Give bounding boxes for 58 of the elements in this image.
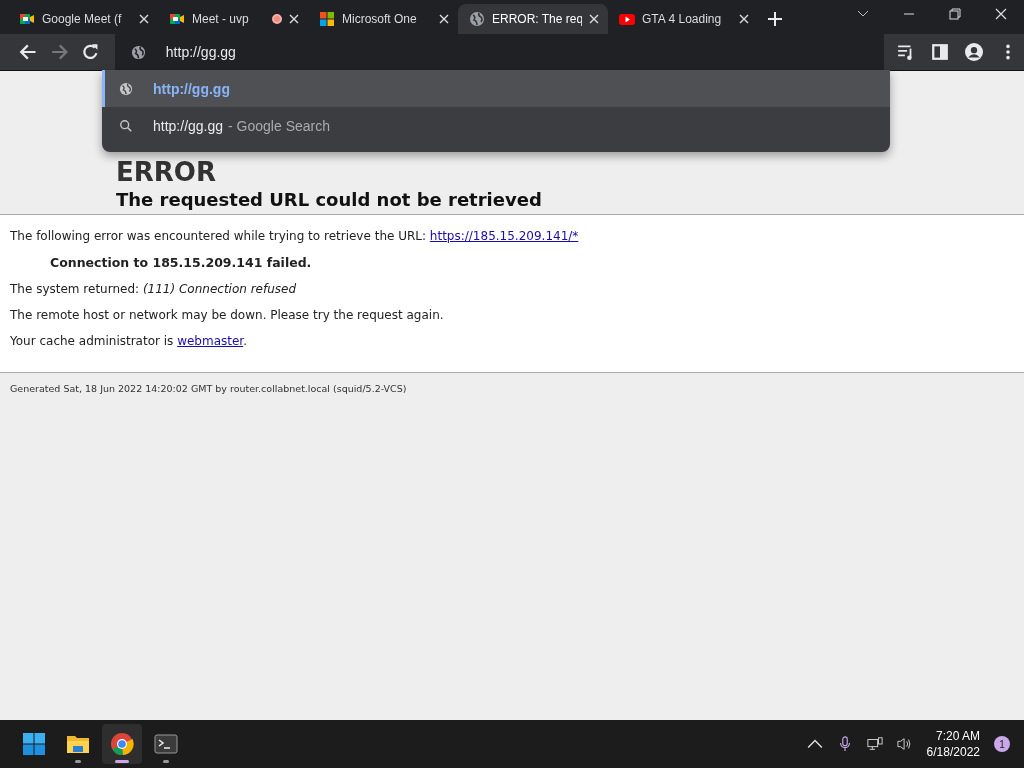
play-icon <box>619 11 635 27</box>
globe-icon <box>469 11 485 27</box>
system-message: The system returned: (111) Connection refused <box>10 282 298 296</box>
url-link[interactable]: https://185.15.209.141/* <box>429 229 579 243</box>
admin-text: Your cache administrator is webmaster. <box>10 334 248 348</box>
browser-tab[interactable]: Meet - uvp <box>158 4 308 34</box>
clock-time[interactable]: 7:20 AM <box>935 729 980 743</box>
video-camera-icon <box>19 11 35 27</box>
windows-start-icon <box>22 732 46 756</box>
new-tab-icon[interactable] <box>768 12 782 26</box>
address-bar[interactable]: http://gg.gg <box>114 34 884 70</box>
tab-title: Microsoft One <box>342 12 418 26</box>
tab-title: ERROR: The req <box>492 12 582 26</box>
taskbar-app[interactable] <box>102 724 142 764</box>
reload-icon[interactable] <box>82 43 100 61</box>
close-tab-icon[interactable] <box>439 14 449 24</box>
browser-tab[interactable]: Google Meet (f <box>8 4 158 34</box>
tab-title: Google Meet (f <box>42 12 123 26</box>
video-camera-icon <box>169 11 185 27</box>
side-panel-icon[interactable] <box>931 43 949 61</box>
suggestion-item[interactable]: http://gg.gg <box>102 70 890 107</box>
globe-icon <box>119 81 133 96</box>
browser-tab[interactable]: ERROR: The req <box>458 4 608 34</box>
forward-icon[interactable] <box>50 43 69 61</box>
search-icon <box>119 118 133 133</box>
url-text: http://gg.gg <box>165 44 236 60</box>
failure-message: Connection to 185.15.209.141 failed. <box>49 255 313 270</box>
browser-tab[interactable]: Microsoft One <box>308 4 458 34</box>
close-tab-icon[interactable] <box>139 14 149 24</box>
close-tab-icon[interactable] <box>289 14 299 24</box>
close-tab-icon[interactable] <box>589 14 599 24</box>
suggestion-item[interactable]: http://gg.gg - Google Search <box>102 107 890 144</box>
profile-icon[interactable] <box>965 43 983 61</box>
suggestion-hint: - Google Search <box>228 117 330 134</box>
suggestion-text: http://gg.gg <box>153 117 224 134</box>
error-title: ERROR <box>116 157 216 187</box>
error-heading: The requested URL could not be retrieved <box>116 189 542 210</box>
clock-date[interactable]: 6/18/2022 <box>926 745 980 759</box>
globe-icon <box>130 44 146 60</box>
notification-badge[interactable]: 1 <box>994 736 1010 752</box>
network-icon[interactable] <box>866 736 883 752</box>
browser-tab[interactable]: GTA 4 Loading <box>608 4 758 34</box>
close-tab-icon[interactable] <box>739 14 749 24</box>
error-message: The following error was encountered while trying to retrieve the URL: https://185.15.209.141/* <box>10 229 580 243</box>
advice-text: The remote host or network may be down. Please try the request again. <box>10 308 445 322</box>
speaker-icon[interactable] <box>896 736 913 752</box>
four-squares-icon <box>319 11 335 27</box>
restore-icon[interactable] <box>949 8 961 20</box>
back-icon[interactable] <box>19 43 37 61</box>
browser-icon <box>110 732 134 756</box>
media-queue-icon[interactable] <box>897 43 915 61</box>
tab-title: GTA 4 Loading <box>642 12 723 26</box>
terminal-icon <box>154 732 178 756</box>
tab-title: Meet - uvp <box>192 12 250 26</box>
close-icon[interactable] <box>995 8 1007 20</box>
generated-footer: Generated Sat, 18 Jun 2022 14:20:02 GMT by router.collabnet.local (squid/5.2-VCS) <box>10 383 407 394</box>
suggestion-text: http://gg.gg <box>153 80 230 97</box>
webmaster-link[interactable]: webmaster <box>177 334 244 348</box>
